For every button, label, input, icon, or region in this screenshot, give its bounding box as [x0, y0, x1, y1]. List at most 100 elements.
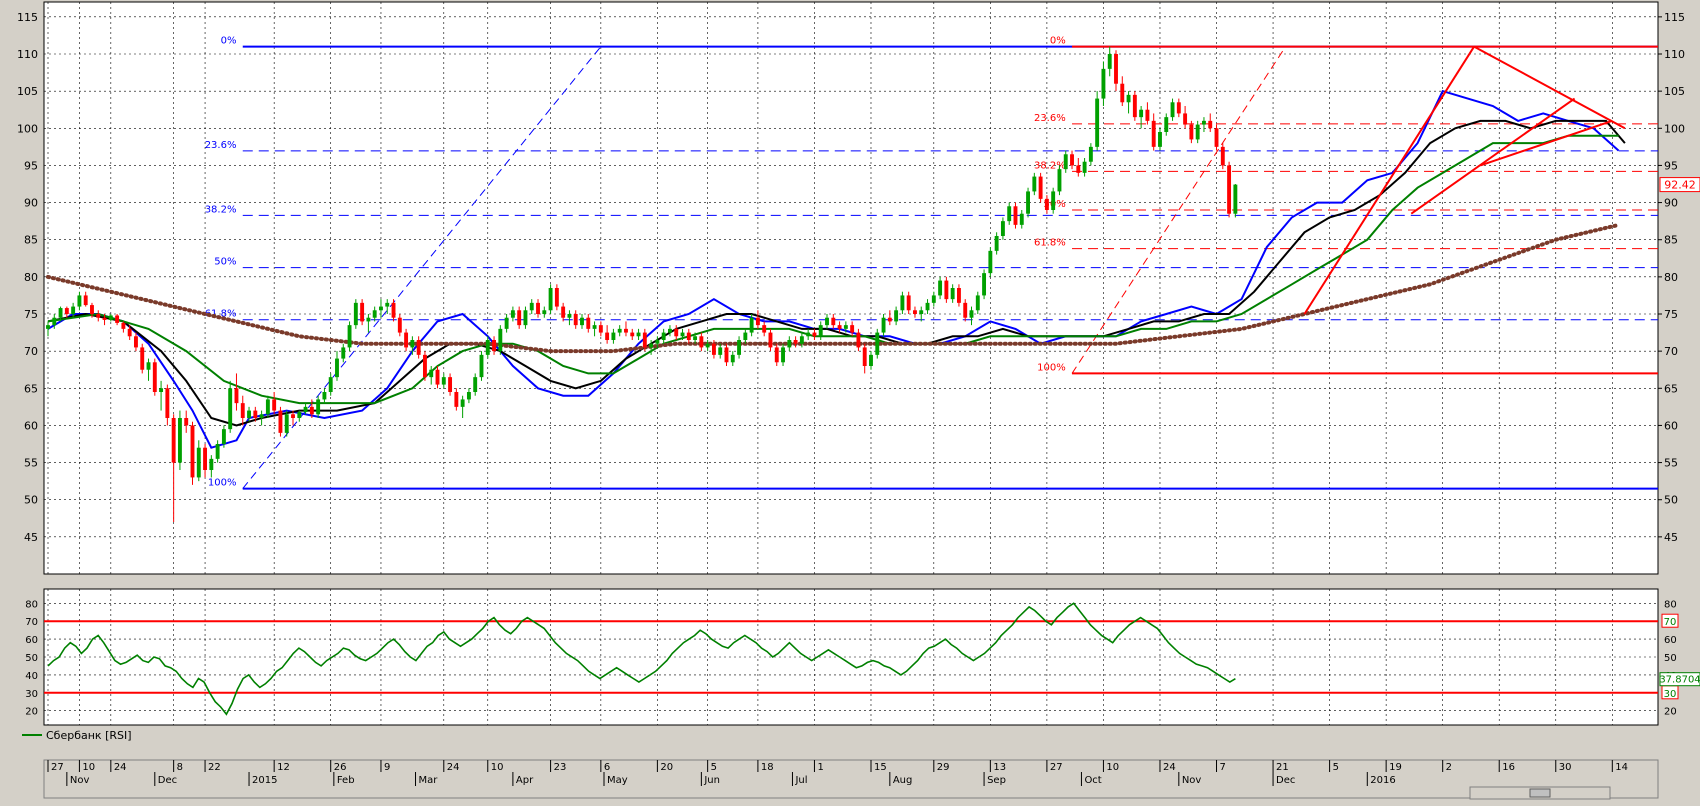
- candle-body: [64, 308, 69, 314]
- price-tick-label-right: 100: [1664, 122, 1685, 135]
- candle-body: [1139, 109, 1144, 118]
- month-label: Jun: [703, 775, 720, 786]
- candle-body: [316, 399, 321, 415]
- candle-body: [825, 317, 829, 326]
- candle-body: [90, 305, 94, 314]
- time-tick-label: 2: [1446, 762, 1452, 773]
- price-tick-label-left: 95: [24, 159, 38, 172]
- month-label: 2016: [1370, 775, 1395, 786]
- candle-body: [1208, 120, 1213, 129]
- price-tick-label-right: 45: [1664, 531, 1678, 544]
- month-label: 2015: [252, 775, 277, 786]
- candle-body: [762, 325, 767, 333]
- candle-body: [1107, 54, 1112, 69]
- candle-body: [1032, 176, 1037, 192]
- candle-body: [768, 332, 773, 348]
- candle-body: [297, 412, 302, 418]
- candle-body: [592, 325, 597, 329]
- candle-body: [529, 302, 534, 311]
- candle-body: [272, 399, 277, 411]
- candle-body: [1132, 94, 1137, 118]
- price-tick-label-left: 45: [24, 531, 38, 544]
- candle-body: [711, 343, 716, 355]
- price-tick-label-right: 80: [1664, 271, 1678, 284]
- time-tick-label: 8: [177, 762, 183, 773]
- time-tick-label: 9: [384, 762, 390, 773]
- candle-body: [787, 340, 792, 348]
- month-label: Jul: [794, 775, 807, 786]
- candle-body: [580, 317, 584, 326]
- candle-body: [523, 310, 528, 326]
- month-label: Dec: [1276, 775, 1295, 786]
- candle-body: [460, 399, 465, 407]
- candle-body: [686, 332, 691, 340]
- candle-body: [177, 418, 182, 463]
- time-tick-label: 27: [1050, 762, 1063, 773]
- time-tick-label: 30: [1559, 762, 1572, 773]
- candle-body: [52, 317, 57, 326]
- time-tick-label: 26: [334, 762, 347, 773]
- candle-body: [950, 288, 955, 300]
- candle-body: [215, 444, 220, 459]
- price-tick-label-right: 95: [1664, 159, 1678, 172]
- time-tick-label: 12: [277, 762, 290, 773]
- time-tick-label: 14: [1615, 762, 1628, 773]
- candle-body: [492, 340, 496, 352]
- price-tick-label-left: 70: [24, 345, 38, 358]
- candle-body: [121, 322, 126, 329]
- candle-body: [567, 314, 572, 318]
- candle-body: [1088, 146, 1093, 162]
- price-tick-label-left: 55: [24, 457, 38, 470]
- candle-body: [1176, 102, 1181, 114]
- candle-body: [655, 340, 660, 344]
- candle-body: [510, 310, 515, 318]
- candle-body: [668, 328, 672, 333]
- time-tick-label: 10: [491, 762, 504, 773]
- candle-body: [385, 302, 390, 307]
- candle-body: [58, 308, 63, 318]
- month-label: May: [607, 775, 628, 786]
- month-label: Nov: [70, 775, 90, 786]
- candle-body: [542, 310, 547, 314]
- candle-body: [159, 388, 164, 392]
- candle-body: [1038, 176, 1043, 199]
- candle-body: [127, 328, 132, 337]
- time-tick-label: 10: [82, 762, 95, 773]
- price-chart-svg: 0%23.6%38.2%50%61.8%100%0%23.6%38.2%50%6…: [0, 0, 1700, 802]
- candle-body: [900, 295, 905, 311]
- candle-body: [969, 310, 974, 318]
- rsi-level-label: 30: [1664, 689, 1677, 700]
- candle-body: [869, 354, 873, 366]
- candle-body: [956, 288, 961, 303]
- price-tick-label-left: 50: [24, 494, 38, 507]
- price-tick-label-left: 100: [17, 122, 38, 135]
- fib-level-label: 61.8%: [1034, 238, 1066, 249]
- candle-body: [1019, 213, 1024, 225]
- rsi-tick-label-right: 20: [1664, 707, 1677, 718]
- fib-level-label: 38.2%: [205, 204, 237, 215]
- rsi-tick-label-right: 60: [1664, 635, 1677, 646]
- candle-body: [730, 354, 735, 363]
- candle-body: [975, 295, 980, 311]
- candle-body: [1195, 124, 1200, 140]
- candle-body: [485, 340, 490, 355]
- rsi-tick-label-right: 80: [1664, 599, 1677, 610]
- candle-body: [253, 410, 258, 418]
- time-tick-label: 13: [993, 762, 1006, 773]
- candle-body: [982, 273, 987, 296]
- candle-body: [265, 399, 270, 415]
- candle-body: [83, 295, 88, 306]
- candle-body: [693, 336, 698, 340]
- candle-body: [1158, 132, 1162, 147]
- scrollbar-thumb[interactable]: [1529, 788, 1551, 798]
- candle-body: [429, 369, 434, 378]
- candle-body: [661, 332, 666, 340]
- candle-body: [1082, 161, 1087, 173]
- candle-body: [680, 332, 685, 337]
- candle-body: [152, 362, 157, 392]
- fib-level-label: 23.6%: [1034, 113, 1066, 124]
- candle-body: [1189, 124, 1194, 140]
- time-tick-label: 20: [660, 762, 673, 773]
- candle-body: [894, 310, 899, 322]
- candle-body: [1051, 191, 1056, 210]
